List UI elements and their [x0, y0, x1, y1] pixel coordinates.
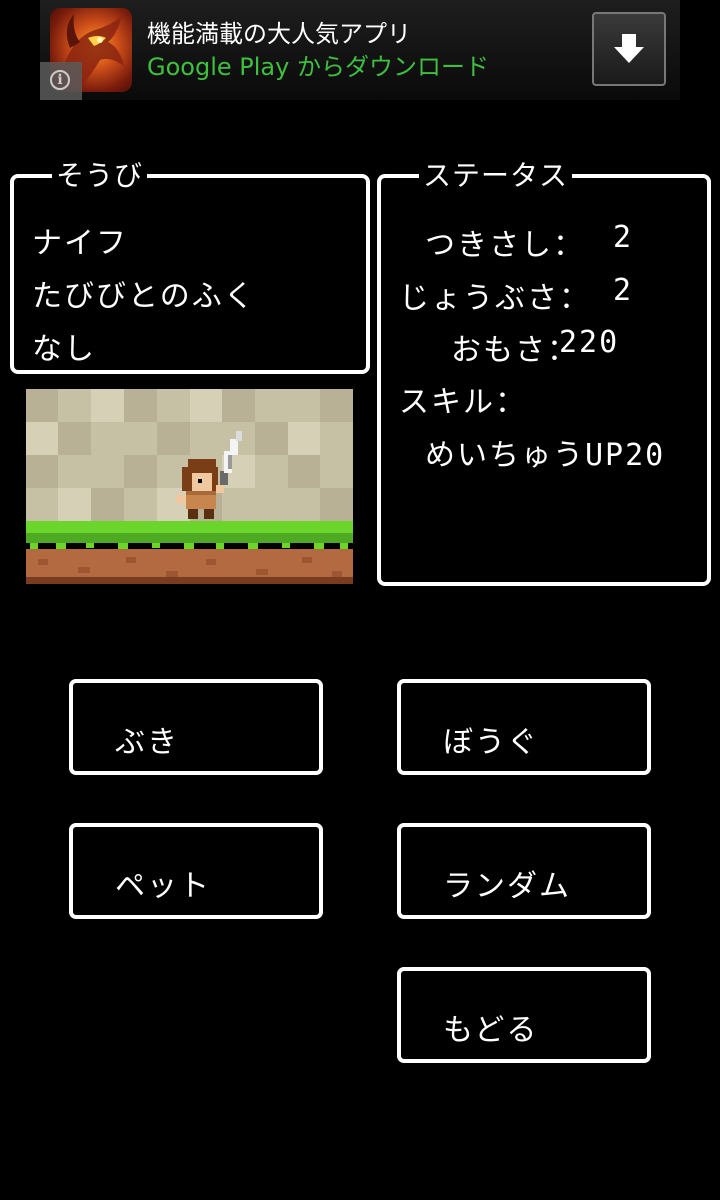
ad-banner[interactable]: i 機能満載の大人気アプリ Google Play からダウンロード	[40, 0, 680, 100]
attack-label: つきさし：	[425, 228, 585, 263]
status-title: ステータス	[419, 159, 573, 193]
equipment-panel: そうび ナイフ たびびとのふく なし	[10, 159, 370, 374]
equipped-pet: なし	[32, 332, 96, 367]
back-button-label: もどる	[443, 1013, 539, 1048]
weight-value: 220	[559, 325, 620, 360]
skill-label: スキル：	[399, 385, 527, 420]
weapon-button-label: ぶき	[115, 725, 179, 760]
back-button[interactable]: もどる	[397, 967, 651, 1063]
equipped-weapon: ナイフ	[32, 226, 128, 261]
equipped-armor: たびびとのふく	[32, 279, 256, 314]
pet-button-label: ペット	[115, 869, 211, 904]
skill-value: めいちゅうUP20	[425, 438, 666, 473]
ad-title: 機能満載の大人気アプリ	[147, 20, 411, 48]
download-button[interactable]	[592, 12, 666, 86]
armor-button[interactable]: ぼうぐ	[397, 679, 651, 775]
character-scene	[26, 389, 353, 584]
info-icon[interactable]: i	[40, 62, 82, 100]
pet-button[interactable]: ペット	[69, 823, 323, 919]
armor-button-label: ぼうぐ	[443, 725, 539, 760]
random-button-label: ランダム	[443, 869, 571, 904]
random-button[interactable]: ランダム	[397, 823, 651, 919]
status-panel: ステータス つきさし： 2 じょうぶさ： 2 おもさ： 220 スキル： めいち…	[377, 159, 711, 586]
equipment-title: そうび	[52, 159, 148, 193]
ad-subtitle: Google Play からダウンロード	[147, 53, 489, 81]
weapon-button[interactable]: ぶき	[69, 679, 323, 775]
attack-value: 2	[613, 220, 634, 255]
defense-value: 2	[613, 273, 634, 308]
defense-label: じょうぶさ：	[399, 281, 591, 316]
download-arrow-icon	[614, 34, 644, 63]
